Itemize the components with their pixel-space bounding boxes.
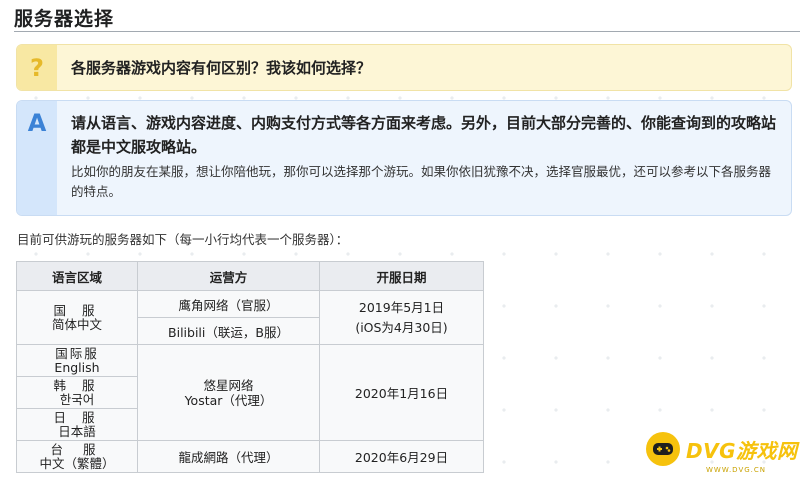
region-global-label: 国际服 bbox=[55, 345, 99, 361]
region-cn-label: 国 服 bbox=[53, 302, 101, 318]
operator-official: 鹰角网络（官服） bbox=[137, 290, 320, 318]
table-header-row: 语言区域 运营方 开服日期 bbox=[16, 261, 484, 291]
operator-longcheng: 龍成網路（代理） bbox=[137, 440, 320, 473]
region-tw: 台 服 中文（繁體） bbox=[16, 440, 138, 473]
date-cn: 2019年5月1日 (iOS为4月30日) bbox=[319, 290, 484, 345]
date-cn-ios: (iOS为4月30日) bbox=[355, 319, 448, 335]
region-cn-name: 简体中文 bbox=[51, 316, 102, 332]
region-jp: 日 服 日本語 bbox=[16, 408, 138, 441]
region-global-name: English bbox=[54, 359, 100, 375]
region-kr-label: 韩 服 bbox=[53, 377, 101, 393]
table-row: 国 服 简体中文 鹰角网络（官服） 2019年5月1日 (iOS为4月30日) bbox=[16, 290, 484, 345]
faq-answer-box: A 请从语言、游戏内容进度、内购支付方式等各方面来考虑。另外，目前大部分完善的、… bbox=[16, 100, 792, 216]
faq-answer-body: 请从语言、游戏内容进度、内购支付方式等各方面来考虑。另外，目前大部分完善的、你能… bbox=[57, 101, 791, 215]
server-table: 语言区域 运营方 开服日期 国 服 简体中文 鹰角网络（官服） 2019年5月1… bbox=[16, 261, 484, 473]
operator-bilibili: Bilibili（联运，B服） bbox=[137, 317, 320, 345]
region-kr: 韩 服 한국어 bbox=[16, 376, 138, 409]
faq-question-text: 各服务器游戏内容有何区别？我该如何选择？ bbox=[71, 59, 372, 77]
server-list-intro: 目前可供游玩的服务器如下（每一小行均代表一个服务器）： bbox=[17, 232, 349, 247]
region-jp-name: 日本語 bbox=[58, 423, 96, 439]
site-watermark: DVG游戏网 bbox=[646, 432, 798, 466]
faq-answer-main: 请从语言、游戏内容进度、内购支付方式等各方面来考虑。另外，目前大部分完善的、你能… bbox=[71, 114, 777, 156]
page-title: 服务器选择 bbox=[14, 8, 115, 30]
operator-yostar-en: Yostar（代理） bbox=[184, 392, 273, 408]
header-launch-date: 开服日期 bbox=[319, 261, 484, 291]
header-operator: 运营方 bbox=[137, 261, 320, 291]
header-region: 语言区域 bbox=[16, 261, 138, 291]
watermark-url: WWW.DVG.CN bbox=[706, 466, 767, 474]
answer-letter-icon: A bbox=[17, 101, 57, 215]
date-tw: 2020年6月29日 bbox=[319, 440, 484, 473]
region-tw-name: 中文（繁體） bbox=[39, 455, 115, 471]
watermark-text: DVG游戏网 bbox=[686, 438, 798, 463]
operator-yostar-cn: 悠星网络 bbox=[203, 377, 254, 393]
date-cn-main: 2019年5月1日 bbox=[358, 299, 445, 315]
gamepad-icon bbox=[646, 432, 680, 466]
region-jp-label: 日 服 bbox=[53, 409, 101, 425]
region-kr-name: 한국어 bbox=[59, 391, 95, 407]
region-global: 国际服 English bbox=[16, 344, 138, 377]
faq-answer-detail: 比如你的朋友在某服，想让你陪他玩，那你可以选择那个游玩。如果你依旧犹豫不决，选择… bbox=[71, 164, 772, 199]
table-row: 台 服 中文（繁體） 龍成網路（代理） 2020年6月29日 bbox=[16, 440, 484, 473]
title-divider bbox=[14, 31, 800, 32]
table-row: 国际服 English 悠星网络 Yostar（代理） 2020年1月16日 bbox=[16, 344, 484, 441]
region-tw-label: 台 服 bbox=[50, 441, 104, 457]
page-content: 服务器选择 ? 各服务器游戏内容有何区别？我该如何选择？ A 请从语言、游戏内容… bbox=[0, 0, 800, 479]
region-cn: 国 服 简体中文 bbox=[16, 290, 138, 345]
operator-yostar: 悠星网络 Yostar（代理） bbox=[137, 344, 320, 441]
question-mark-icon: ? bbox=[17, 45, 57, 90]
date-yostar: 2020年1月16日 bbox=[319, 344, 484, 441]
faq-question-box: ? 各服务器游戏内容有何区别？我该如何选择？ bbox=[16, 44, 792, 91]
